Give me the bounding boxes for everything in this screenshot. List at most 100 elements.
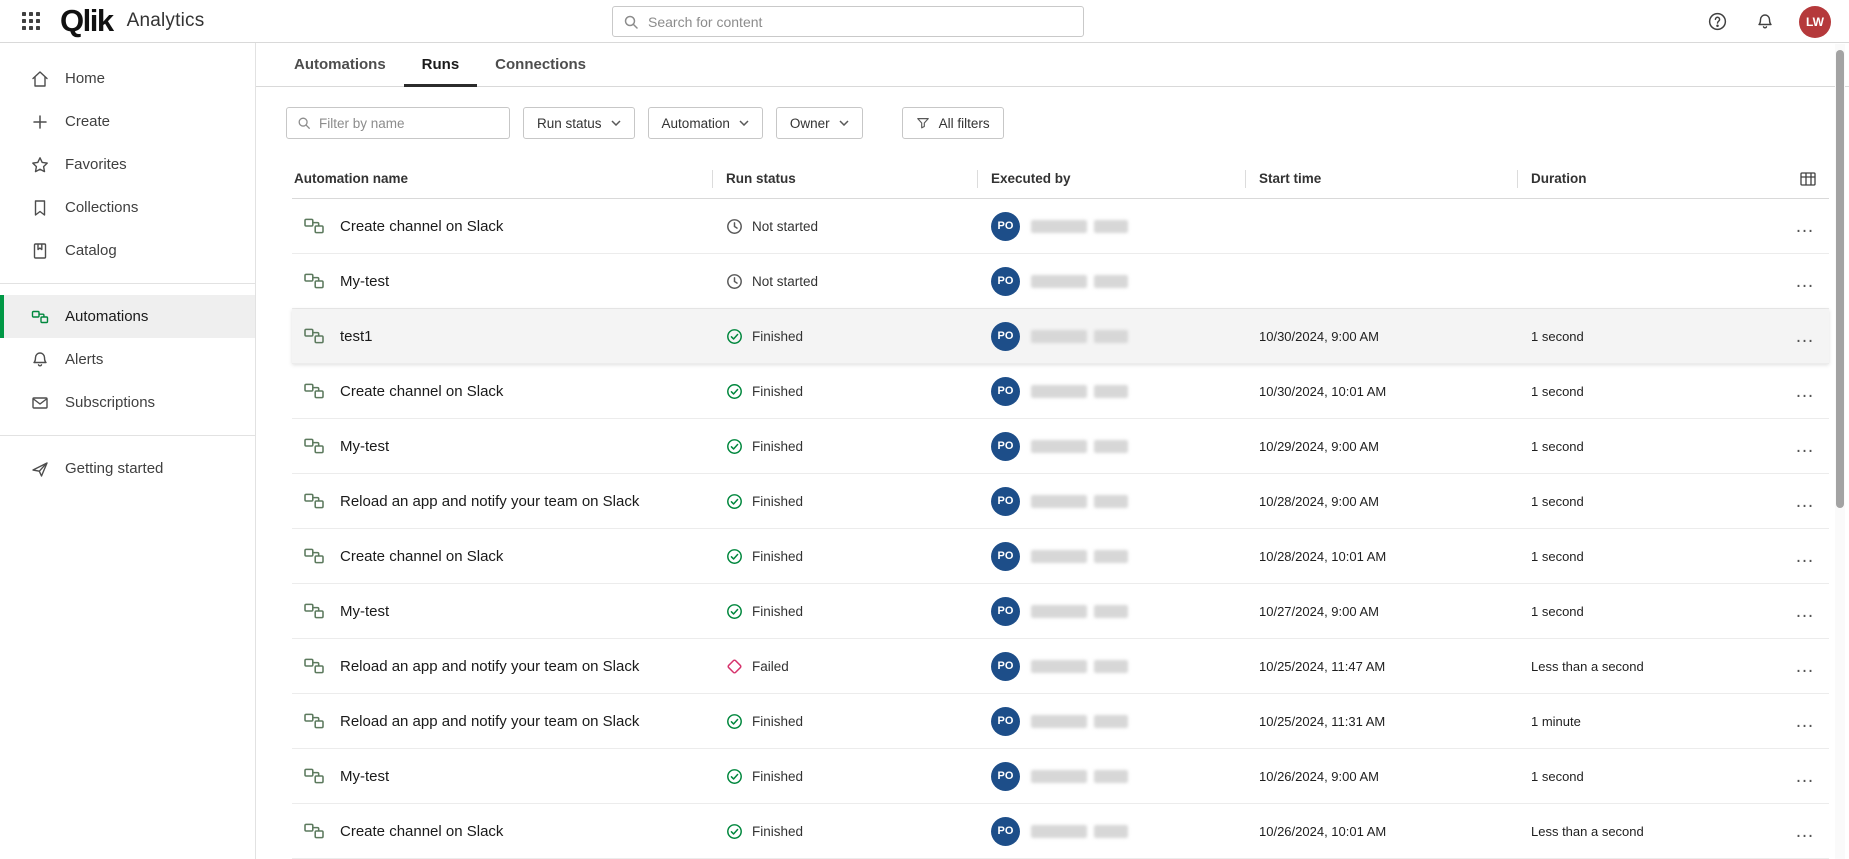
executor-avatar: PO: [991, 707, 1020, 736]
dropdown-label: Owner: [790, 116, 830, 131]
owner-dropdown[interactable]: Owner: [776, 107, 863, 139]
table-row[interactable]: Reload an app and notify your team on Sl…: [292, 639, 1829, 694]
executor-name-redacted: [1031, 330, 1128, 343]
executor-avatar: PO: [991, 267, 1020, 296]
sidebar-item-create[interactable]: Create: [0, 100, 255, 143]
automation-name[interactable]: Create channel on Slack: [340, 548, 503, 565]
tab-runs[interactable]: Runs: [404, 43, 478, 86]
column-header-automation-name[interactable]: Automation name: [292, 171, 712, 186]
table-row[interactable]: Create channel on Slack Not started PO …: [292, 199, 1829, 254]
sidebar-item-favorites[interactable]: Favorites: [0, 143, 255, 186]
runs-table: Automation name Run status Executed by S…: [292, 159, 1829, 859]
table-row[interactable]: Reload an app and notify your team on Sl…: [292, 474, 1829, 529]
row-more-actions-button[interactable]: …: [1791, 707, 1819, 735]
table-row[interactable]: My-test Finished PO 10/29/2024, 9:00 AM …: [292, 419, 1829, 474]
automation-name[interactable]: Create channel on Slack: [340, 218, 503, 235]
search-icon: [623, 14, 639, 30]
column-header-start-time[interactable]: Start time: [1245, 171, 1517, 186]
app-launcher-icon[interactable]: [18, 8, 44, 34]
automation-name[interactable]: Reload an app and notify your team on Sl…: [340, 658, 639, 675]
not-started-icon: [726, 273, 743, 290]
row-more-actions-button[interactable]: …: [1791, 487, 1819, 515]
global-search[interactable]: [612, 6, 1084, 37]
column-settings-icon[interactable]: [1767, 170, 1829, 188]
sidebar-item-label: Favorites: [65, 156, 127, 173]
table-header: Automation name Run status Executed by S…: [292, 159, 1829, 199]
table-row[interactable]: My-test Finished PO 10/27/2024, 9:00 AM …: [292, 584, 1829, 639]
row-more-actions-button[interactable]: …: [1791, 762, 1819, 790]
table-row[interactable]: Create channel on Slack Finished PO 10/2…: [292, 529, 1829, 584]
user-avatar[interactable]: LW: [1799, 6, 1831, 38]
column-header-executed-by[interactable]: Executed by: [977, 171, 1245, 186]
vertical-scrollbar-thumb[interactable]: [1836, 50, 1844, 508]
executor-name-redacted: [1031, 550, 1128, 563]
sidebar-item-label: Home: [65, 70, 105, 87]
automation-name[interactable]: My-test: [340, 768, 389, 785]
sidebar-item-subscriptions[interactable]: Subscriptions: [0, 381, 255, 424]
sidebar-divider: [0, 283, 255, 284]
row-more-actions-button[interactable]: …: [1791, 817, 1819, 845]
duration: Less than a second: [1517, 659, 1767, 674]
row-more-actions-button[interactable]: …: [1791, 377, 1819, 405]
not-started-icon: [726, 218, 743, 235]
sidebar-item-catalog[interactable]: Catalog: [0, 229, 255, 272]
run-status-label: Finished: [752, 769, 803, 784]
table-row[interactable]: Reload an app and notify your team on Sl…: [292, 694, 1829, 749]
row-more-actions-button[interactable]: …: [1791, 267, 1819, 295]
duration: 1 second: [1517, 769, 1767, 784]
name-filter-input[interactable]: [319, 116, 499, 131]
sidebar-item-automations[interactable]: Automations: [0, 295, 255, 338]
automation-name[interactable]: My-test: [340, 438, 389, 455]
automation-name[interactable]: Create channel on Slack: [340, 823, 503, 840]
duration: 1 second: [1517, 549, 1767, 564]
executor-name-redacted: [1031, 770, 1128, 783]
row-more-actions-button[interactable]: …: [1791, 597, 1819, 625]
duration: 1 second: [1517, 494, 1767, 509]
tab-automations[interactable]: Automations: [276, 43, 404, 86]
sidebar-item-home[interactable]: Home: [0, 57, 255, 100]
tab-connections[interactable]: Connections: [477, 43, 604, 86]
automation-dropdown[interactable]: Automation: [648, 107, 763, 139]
start-time: 10/30/2024, 9:00 AM: [1245, 329, 1517, 344]
row-more-actions-button[interactable]: …: [1791, 432, 1819, 460]
run-status-label: Finished: [752, 494, 803, 509]
row-more-actions-button[interactable]: …: [1791, 652, 1819, 680]
run-status-label: Finished: [752, 714, 803, 729]
finished-icon: [726, 438, 743, 455]
row-more-actions-button[interactable]: …: [1791, 542, 1819, 570]
finished-icon: [726, 823, 743, 840]
search-input[interactable]: [648, 14, 1073, 30]
automation-name[interactable]: Create channel on Slack: [340, 383, 503, 400]
sidebar-item-getting-started[interactable]: Getting started: [0, 447, 255, 490]
sidebar-item-collections[interactable]: Collections: [0, 186, 255, 229]
alerts-bell-icon: [30, 350, 50, 370]
name-filter[interactable]: [286, 107, 510, 139]
table-row[interactable]: Create channel on Slack Finished PO 10/2…: [292, 804, 1829, 859]
table-row[interactable]: Create channel on Slack Finished PO 10/3…: [292, 364, 1829, 419]
automation-name[interactable]: My-test: [340, 273, 389, 290]
row-more-actions-button[interactable]: …: [1791, 212, 1819, 240]
notifications-bell-icon[interactable]: [1751, 8, 1779, 36]
help-icon[interactable]: [1703, 8, 1731, 36]
automation-name[interactable]: Reload an app and notify your team on Sl…: [340, 713, 639, 730]
automation-name[interactable]: Reload an app and notify your team on Sl…: [340, 493, 639, 510]
automation-name[interactable]: My-test: [340, 603, 389, 620]
column-header-run-status[interactable]: Run status: [712, 171, 977, 186]
envelope-icon: [30, 393, 50, 413]
row-more-actions-button[interactable]: …: [1791, 322, 1819, 350]
start-time: 10/30/2024, 10:01 AM: [1245, 384, 1517, 399]
table-row[interactable]: My-test Not started PO …: [292, 254, 1829, 309]
table-row[interactable]: My-test Finished PO 10/26/2024, 9:00 AM …: [292, 749, 1829, 804]
sidebar-item-alerts[interactable]: Alerts: [0, 338, 255, 381]
column-header-duration[interactable]: Duration: [1517, 171, 1767, 186]
tab-bar: Automations Runs Connections: [256, 43, 1849, 87]
run-status-dropdown[interactable]: Run status: [523, 107, 635, 139]
all-filters-button[interactable]: All filters: [902, 107, 1004, 139]
start-time: 10/28/2024, 10:01 AM: [1245, 549, 1517, 564]
finished-icon: [726, 603, 743, 620]
run-status-label: Not started: [752, 274, 818, 289]
table-row[interactable]: test1 Finished PO 10/30/2024, 9:00 AM 1 …: [292, 309, 1829, 364]
run-status-label: Finished: [752, 384, 803, 399]
automation-name[interactable]: test1: [340, 328, 373, 345]
sidebar-item-label: Catalog: [65, 242, 117, 259]
